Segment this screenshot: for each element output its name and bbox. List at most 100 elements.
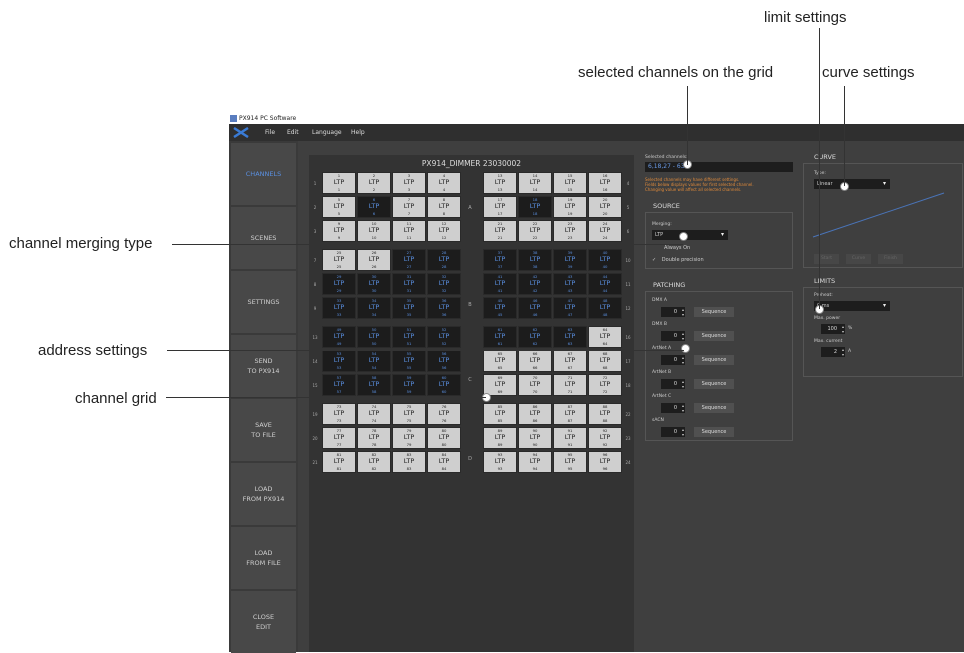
nav-send-to-px914[interactable]: SEND TO PX914 — [231, 335, 296, 397]
channel-cell[interactable]: 32 LTP 32 — [427, 273, 461, 295]
channel-cell[interactable]: 65 LTP 65 — [483, 350, 517, 372]
channel-cell[interactable]: 49 LTP 49 — [322, 326, 356, 348]
max-current-spinner[interactable]: 2 ▴ ▾ — [821, 347, 845, 357]
channel-cell[interactable]: 81 LTP 81 — [322, 451, 356, 473]
channel-cell[interactable]: 66 LTP 66 — [518, 350, 552, 372]
menu-language[interactable]: Language — [312, 124, 342, 141]
channel-cell[interactable]: 43 LTP 43 — [553, 273, 587, 295]
channel-cell[interactable]: 87 LTP 87 — [553, 403, 587, 425]
menu-edit[interactable]: Edit — [287, 124, 299, 141]
channel-cell[interactable]: 82 LTP 82 — [357, 451, 391, 473]
merging-dropdown[interactable]: LTP ▾ — [652, 230, 728, 240]
nav-save-to-file[interactable]: SAVE TO FILE — [231, 399, 296, 461]
channel-cell[interactable]: 56 LTP 56 — [427, 350, 461, 372]
curve-start-button[interactable]: Start — [814, 254, 839, 264]
channel-cell[interactable]: 95 LTP 95 — [553, 451, 587, 473]
channel-cell[interactable]: 79 LTP 79 — [392, 427, 426, 449]
channel-cell[interactable]: 76 LTP 76 — [427, 403, 461, 425]
channel-cell[interactable]: 55 LTP 55 — [392, 350, 426, 372]
channel-cell[interactable]: 36 LTP 36 — [427, 297, 461, 319]
channel-cell[interactable]: 38 LTP 38 — [518, 249, 552, 271]
channel-cell[interactable]: 20 LTP 20 — [588, 196, 622, 218]
max-power-spinner[interactable]: 100 ▴ ▾ — [821, 324, 845, 334]
channel-cell[interactable]: 44 LTP 44 — [588, 273, 622, 295]
patch-address-spinner[interactable]: 0 ▴ ▾ — [661, 379, 685, 389]
menu-help[interactable]: Help — [351, 124, 365, 141]
channel-cell[interactable]: 72 LTP 72 — [588, 374, 622, 396]
channel-cell[interactable]: 30 LTP 30 — [357, 273, 391, 295]
nav-scenes[interactable]: SCENES — [231, 207, 296, 269]
channel-cell[interactable]: 51 LTP 51 — [392, 326, 426, 348]
channel-cell[interactable]: 93 LTP 93 — [483, 451, 517, 473]
channel-cell[interactable]: 64 LTP 64 — [588, 326, 622, 348]
sequence-button[interactable]: Sequence — [694, 403, 734, 413]
channel-cell[interactable]: 1 LTP 1 — [322, 172, 356, 194]
channel-cell[interactable]: 21 LTP 21 — [483, 220, 517, 242]
channel-cell[interactable]: 74 LTP 74 — [357, 403, 391, 425]
nav-channels[interactable]: CHANNELS — [231, 143, 296, 205]
channel-cell[interactable]: 3 LTP 3 — [392, 172, 426, 194]
channel-cell[interactable]: 40 LTP 40 — [588, 249, 622, 271]
channel-cell[interactable]: 57 LTP 57 — [322, 374, 356, 396]
double-precision-checkbox[interactable]: ✓ Double precision — [652, 257, 704, 263]
patch-address-spinner[interactable]: 0 ▴ ▾ — [661, 403, 685, 413]
channel-cell[interactable]: 45 LTP 45 — [483, 297, 517, 319]
channel-cell[interactable]: 92 LTP 92 — [588, 427, 622, 449]
menu-file[interactable]: File — [265, 124, 275, 141]
channel-cell[interactable]: 34 LTP 34 — [357, 297, 391, 319]
nav-load-from-file[interactable]: LOAD FROM FILE — [231, 527, 296, 589]
channel-cell[interactable]: 41 LTP 41 — [483, 273, 517, 295]
channel-cell[interactable]: 77 LTP 77 — [322, 427, 356, 449]
channel-cell[interactable]: 90 LTP 90 — [518, 427, 552, 449]
channel-cell[interactable]: 8 LTP 8 — [427, 196, 461, 218]
channel-cell[interactable]: 62 LTP 62 — [518, 326, 552, 348]
sequence-button[interactable]: Sequence — [694, 355, 734, 365]
channel-cell[interactable]: 67 LTP 67 — [553, 350, 587, 372]
channel-cell[interactable]: 80 LTP 80 — [427, 427, 461, 449]
selected-channels-field[interactable]: 6,18,27 - 63 — [645, 162, 793, 172]
channel-cell[interactable]: 7 LTP 7 — [392, 196, 426, 218]
channel-cell[interactable]: 63 LTP 63 — [553, 326, 587, 348]
sequence-button[interactable]: Sequence — [694, 379, 734, 389]
channel-cell[interactable]: 27 LTP 27 — [392, 249, 426, 271]
channel-cell[interactable]: 70 LTP 70 — [518, 374, 552, 396]
channel-cell[interactable]: 89 LTP 89 — [483, 427, 517, 449]
channel-cell[interactable]: 23 LTP 23 — [553, 220, 587, 242]
sequence-button[interactable]: Sequence — [694, 427, 734, 437]
channel-cell[interactable]: 58 LTP 58 — [357, 374, 391, 396]
channel-cell[interactable]: 16 LTP 16 — [588, 172, 622, 194]
channel-cell[interactable]: 22 LTP 22 — [518, 220, 552, 242]
channel-cell[interactable]: 5 LTP 5 — [322, 196, 356, 218]
channel-cell[interactable]: 91 LTP 91 — [553, 427, 587, 449]
preheat-dropdown[interactable]: 0 ms ▾ — [814, 301, 890, 311]
channel-cell[interactable]: 47 LTP 47 — [553, 297, 587, 319]
channel-cell[interactable]: 33 LTP 33 — [322, 297, 356, 319]
channel-cell[interactable]: 9 LTP 9 — [322, 220, 356, 242]
channel-cell[interactable]: 52 LTP 52 — [427, 326, 461, 348]
channel-cell[interactable]: 11 LTP 11 — [392, 220, 426, 242]
channel-cell[interactable]: 18 LTP 18 — [518, 196, 552, 218]
curve-finish-button[interactable]: Finish — [878, 254, 903, 264]
channel-cell[interactable]: 29 LTP 29 — [322, 273, 356, 295]
channel-cell[interactable]: 54 LTP 54 — [357, 350, 391, 372]
channel-cell[interactable]: 17 LTP 17 — [483, 196, 517, 218]
channel-cell[interactable]: 68 LTP 68 — [588, 350, 622, 372]
channel-cell[interactable]: 35 LTP 35 — [392, 297, 426, 319]
channel-cell[interactable]: 78 LTP 78 — [357, 427, 391, 449]
channel-cell[interactable]: 75 LTP 75 — [392, 403, 426, 425]
channel-cell[interactable]: 28 LTP 28 — [427, 249, 461, 271]
sequence-button[interactable]: Sequence — [694, 307, 734, 317]
channel-cell[interactable]: 31 LTP 31 — [392, 273, 426, 295]
channel-cell[interactable]: 60 LTP 60 — [427, 374, 461, 396]
channel-cell[interactable]: 86 LTP 86 — [518, 403, 552, 425]
channel-cell[interactable]: 96 LTP 96 — [588, 451, 622, 473]
channel-cell[interactable]: 19 LTP 19 — [553, 196, 587, 218]
channel-cell[interactable]: 4 LTP 4 — [427, 172, 461, 194]
channel-cell[interactable]: 61 LTP 61 — [483, 326, 517, 348]
channel-cell[interactable]: 6 LTP 6 — [357, 196, 391, 218]
patch-address-spinner[interactable]: 0 ▴ ▾ — [661, 307, 685, 317]
channel-cell[interactable]: 59 LTP 59 — [392, 374, 426, 396]
channel-cell[interactable]: 53 LTP 53 — [322, 350, 356, 372]
channel-cell[interactable]: 13 LTP 13 — [483, 172, 517, 194]
channel-cell[interactable]: 85 LTP 85 — [483, 403, 517, 425]
